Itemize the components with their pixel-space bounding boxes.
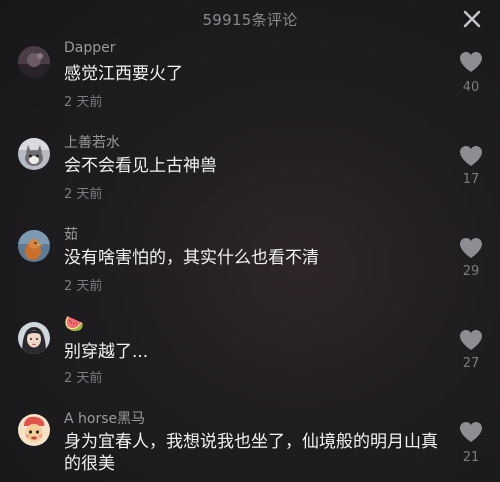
heart-icon[interactable] [458,144,484,168]
comment-timestamp: 2 天前 [64,187,103,202]
heart-icon[interactable] [458,236,484,260]
comment-username[interactable]: Dapper [64,40,116,56]
comment-item: Dapper 感觉江西要火了 2 天前 40 [0,38,500,128]
comment-timestamp: 2 天前 [64,279,103,294]
avatar-bird-icon[interactable] [18,230,50,262]
avatar-girl-icon[interactable] [18,322,50,354]
comment-item: 上善若水 会不会看见上古神兽 2 天前 17 [0,130,500,220]
comment-text: 感觉江西要火了 [64,64,183,84]
comment-username[interactable]: 上善若水 [64,132,120,152]
like-count: 17 [462,172,480,187]
avatar-cat-icon[interactable] [18,138,50,170]
comment-text: 没有啥害怕的，其实什么也看不清 [64,248,319,268]
avatar-dark-icon[interactable] [18,46,50,78]
comment-text: 会不会看见上古神兽 [64,156,217,176]
comment-item: A horse黑马 身为宜春人，我想说我也坐了，仙境般的明月山真的很美 21 [0,406,500,482]
comment-count-title: 59915条评论 [202,11,298,29]
comment-text: 身为宜春人，我想说我也坐了，仙境般的明月山真的很美 [64,432,438,474]
avatar-cartoon-icon[interactable] [18,414,50,446]
comment-username[interactable]: A horse黑马 [64,408,145,428]
comment-item: 茹 没有啥害怕的，其实什么也看不清 2 天前 29 [0,222,500,312]
comments-header: 59915条评论 [0,0,500,38]
comment-timestamp: 2 天前 [64,371,103,386]
like-count: 21 [462,450,480,465]
heart-icon[interactable] [458,50,484,74]
comments-panel: 59915条评论 Dapper 感觉江西要火了 2 天前 40 上善若水 会不会… [0,0,500,482]
like-count: 40 [462,80,480,95]
comment-item: 🍉 别穿越了... 2 天前 27 [0,314,500,404]
heart-icon[interactable] [458,420,484,444]
comment-text: 别穿越了... [64,342,149,362]
close-icon[interactable] [462,9,482,29]
like-count: 27 [462,356,480,371]
like-count: 29 [462,264,480,279]
comment-username[interactable]: 🍉 [64,314,84,333]
comment-timestamp: 2 天前 [64,95,103,110]
heart-icon[interactable] [458,328,484,352]
comment-username[interactable]: 茹 [64,224,78,244]
